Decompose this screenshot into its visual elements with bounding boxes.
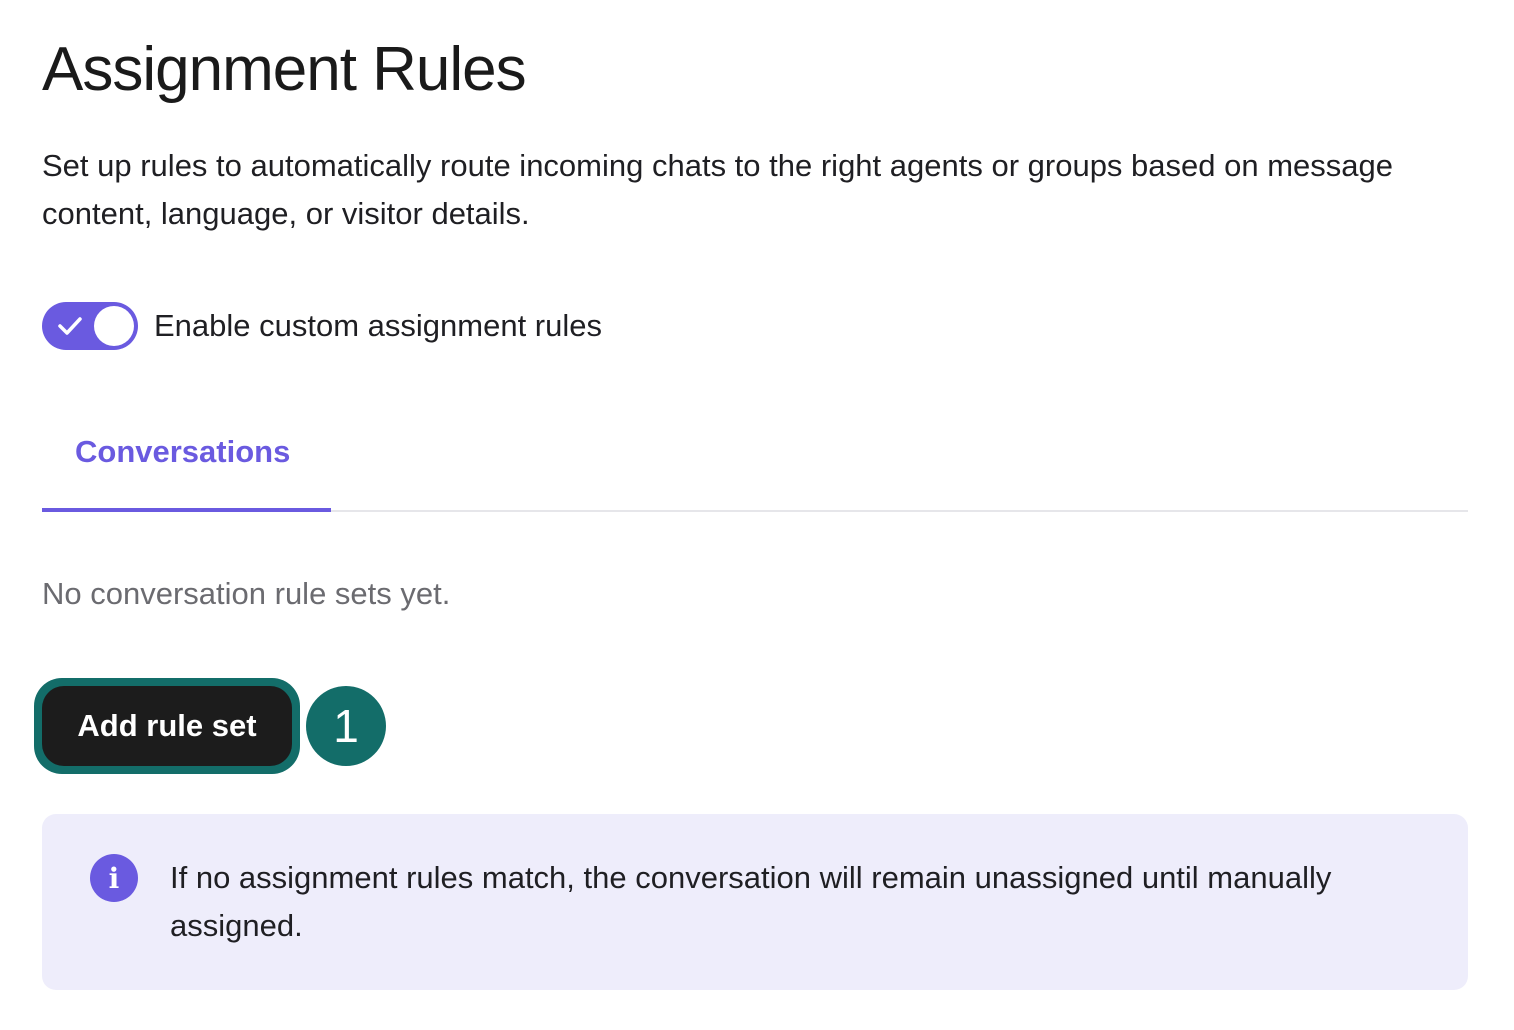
info-icon: i <box>90 854 138 902</box>
tab-conversations[interactable]: Conversations <box>42 410 331 512</box>
toggle-knob <box>94 306 134 346</box>
toggle-label: Enable custom assignment rules <box>154 308 603 343</box>
empty-state-text: No conversation rule sets yet. <box>42 576 451 611</box>
tab-bar: Conversations <box>42 410 1468 512</box>
tab-label: Conversations <box>75 434 291 469</box>
enable-rules-row: Enable custom assignment rules <box>42 300 602 352</box>
check-icon <box>58 317 82 335</box>
page-description: Set up rules to automatically route inco… <box>42 148 1393 231</box>
info-text: If no assignment rules match, the conver… <box>170 860 1332 943</box>
info-callout: i If no assignment rules match, the conv… <box>42 814 1468 990</box>
step-badge: 1 <box>306 686 386 766</box>
page-title: Assignment Rules <box>42 35 527 104</box>
enable-rules-toggle[interactable] <box>42 302 138 350</box>
add-rule-set-button[interactable]: Add rule set <box>42 686 292 766</box>
